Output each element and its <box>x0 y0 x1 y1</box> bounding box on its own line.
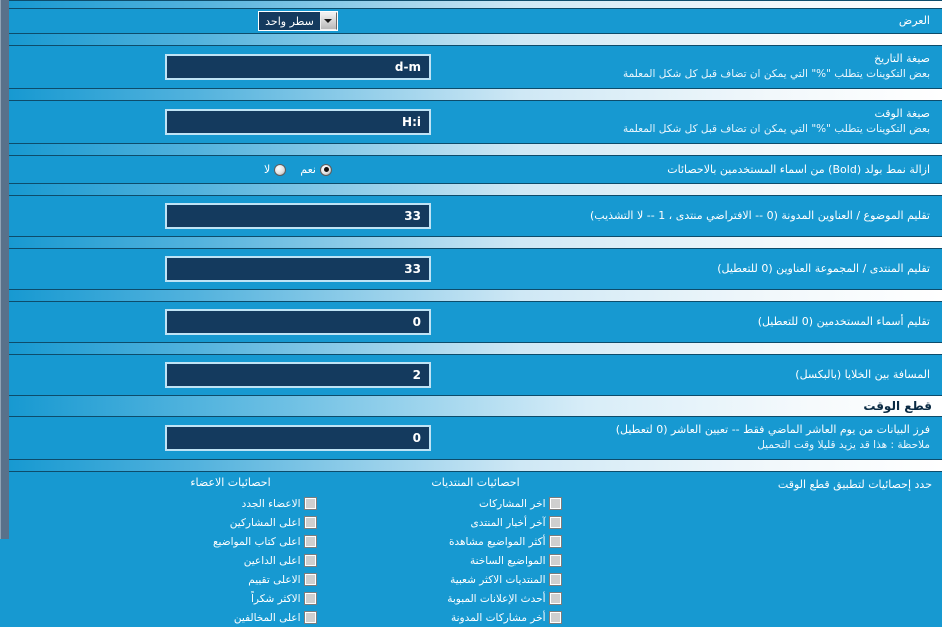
radio-no[interactable]: لا <box>264 163 287 176</box>
list-item[interactable]: الاعضاء الجدد <box>108 494 353 513</box>
row-trim-forum-titles-control: 33 <box>18 256 578 282</box>
timecut-select-label-col: حدد إحصائيات لتطبيق قطع الوقت <box>598 476 932 627</box>
row-date-format: صيغة التاريخ بعض التكوينات يتطلب "%" الت… <box>8 46 942 88</box>
checkbox-member-1[interactable] <box>303 516 317 529</box>
row-trim-forum-titles: تقليم المنتدى / المجموعة العناوين (0 للت… <box>8 249 942 289</box>
section-header-timecut: قطع الوقت <box>8 395 942 417</box>
display-mode-select[interactable]: سطر واحد <box>258 11 338 31</box>
separator-6 <box>8 289 942 302</box>
separator-2 <box>8 88 942 101</box>
separator-1 <box>8 33 942 46</box>
list-item[interactable]: المنتديات الاكثر شعبية <box>353 570 598 589</box>
trim-thread-titles-input[interactable]: 33 <box>165 203 431 229</box>
list-item[interactable]: المواضيع الساخنة <box>353 551 598 570</box>
row-remove-bold-control: نعم لا <box>18 163 578 176</box>
timecut-select-label: حدد إحصائيات لتطبيق قطع الوقت <box>777 478 932 491</box>
radio-yes-indicator[interactable] <box>320 163 332 176</box>
row-trim-forum-titles-label: تقليم المنتدى / المجموعة العناوين (0 للت… <box>717 262 930 276</box>
checkbox-forum-5[interactable] <box>548 592 562 605</box>
row-time-format-control: H:i <box>18 109 578 135</box>
row-trim-usernames: تقليم أسماء المستخدمين (0 للتعطيل) 0 <box>8 302 942 342</box>
separator-top <box>8 0 942 9</box>
row-timecut-days-control: 0 <box>18 425 578 451</box>
checkbox-member-2[interactable] <box>303 535 317 548</box>
separator-3 <box>8 143 942 156</box>
time-format-input[interactable]: H:i <box>165 109 431 135</box>
settings-page: العرض سطر واحد صيغة التاريخ بعض التكوينا… <box>0 0 942 624</box>
timecut-days-input[interactable]: 0 <box>165 425 431 451</box>
row-timecut-days: فرز البيانات من يوم العاشر الماضي فقط --… <box>8 417 942 459</box>
row-cell-spacing: المسافة بين الخلايا (بالبكسل) 2 <box>8 355 942 395</box>
row-date-format-control: d-m <box>18 54 578 80</box>
checkbox-forum-2[interactable] <box>548 535 562 548</box>
timecut-stats-selection: حدد إحصائيات لتطبيق قطع الوقت احصائيات ا… <box>8 472 942 627</box>
checkbox-member-4[interactable] <box>303 573 317 586</box>
list-item[interactable]: الاعلى تقييم <box>108 570 353 589</box>
radio-no-indicator[interactable] <box>274 163 287 176</box>
checkbox-member-5[interactable] <box>303 592 317 605</box>
row-time-format-label: صيغة الوقت بعض التكوينات يتطلب "%" التي … <box>622 107 930 136</box>
row-trim-usernames-control: 0 <box>18 309 578 335</box>
list-item[interactable]: آخر أخبار المنتدى <box>353 513 598 532</box>
separator-8 <box>8 459 942 472</box>
trim-usernames-input[interactable]: 0 <box>165 309 431 335</box>
forum-stats-header: احصائيات المنتديات <box>431 476 520 489</box>
remove-bold-radio-group: نعم لا <box>264 163 332 176</box>
separator-4 <box>8 183 942 196</box>
row-trim-thread-titles: تقليم الموضوع / العناوين المدونة (0 -- ا… <box>8 196 942 236</box>
list-item[interactable]: اعلى كتاب المواضيع <box>108 532 353 551</box>
checkbox-member-6[interactable] <box>303 611 317 624</box>
date-format-input[interactable]: d-m <box>165 54 431 80</box>
row-display: العرض سطر واحد <box>8 9 942 33</box>
list-item[interactable]: الاكثر شكراً <box>108 589 353 608</box>
checkbox-forum-1[interactable] <box>548 516 562 529</box>
row-trim-usernames-label: تقليم أسماء المستخدمين (0 للتعطيل) <box>757 315 930 329</box>
row-display-label: العرض <box>898 14 930 28</box>
checkbox-member-0[interactable] <box>303 497 317 510</box>
row-cell-spacing-label: المسافة بين الخلايا (بالبكسل) <box>795 368 930 382</box>
checkbox-forum-4[interactable] <box>548 573 562 586</box>
settings-content: العرض سطر واحد صيغة التاريخ بعض التكوينا… <box>8 0 942 624</box>
separator-5 <box>8 236 942 249</box>
member-stats-column: احصائيات الاعضاء الاعضاء الجدد اعلى المش… <box>108 476 353 627</box>
row-cell-spacing-control: 2 <box>18 362 578 388</box>
forum-stats-column: احصائيات المنتديات اخر المشاركات آخر أخب… <box>353 476 598 627</box>
left-gutter <box>0 0 9 539</box>
row-trim-thread-titles-label: تقليم الموضوع / العناوين المدونة (0 -- ا… <box>590 209 930 223</box>
list-item[interactable]: اخر المشاركات <box>353 494 598 513</box>
checkbox-member-3[interactable] <box>303 554 317 567</box>
separator-7 <box>8 342 942 355</box>
list-item[interactable]: اعلى الداعين <box>108 551 353 570</box>
list-item[interactable]: اعلى المشاركين <box>108 513 353 532</box>
checkbox-forum-3[interactable] <box>548 554 562 567</box>
row-remove-bold: ازالة نمط بولد (Bold) من اسماء المستخدمي… <box>8 156 942 183</box>
cell-spacing-input[interactable]: 2 <box>165 362 431 388</box>
row-time-format: صيغة الوقت بعض التكوينات يتطلب "%" التي … <box>8 101 942 143</box>
row-trim-thread-titles-control: 33 <box>18 203 578 229</box>
radio-yes[interactable]: نعم <box>300 163 332 176</box>
checkbox-forum-6[interactable] <box>548 611 562 624</box>
row-timecut-days-label: فرز البيانات من يوم العاشر الماضي فقط --… <box>615 423 930 452</box>
list-item[interactable]: أحدث الإعلانات المبوبة <box>353 589 598 608</box>
row-remove-bold-label: ازالة نمط بولد (Bold) من اسماء المستخدمي… <box>667 162 930 176</box>
list-item[interactable]: أخر مشاركات المدونة <box>353 608 598 627</box>
member-stats-header: احصائيات الاعضاء <box>190 476 271 489</box>
trim-forum-titles-input[interactable]: 33 <box>165 256 431 282</box>
checkbox-forum-0[interactable] <box>548 497 562 510</box>
list-item[interactable]: اعلى المخالفين <box>108 608 353 627</box>
chevron-down-icon[interactable] <box>319 12 337 30</box>
row-date-format-label: صيغة التاريخ بعض التكوينات يتطلب "%" الت… <box>622 52 930 81</box>
row-display-control: سطر واحد <box>18 11 578 31</box>
list-item[interactable]: أكثر المواضيع مشاهدة <box>353 532 598 551</box>
